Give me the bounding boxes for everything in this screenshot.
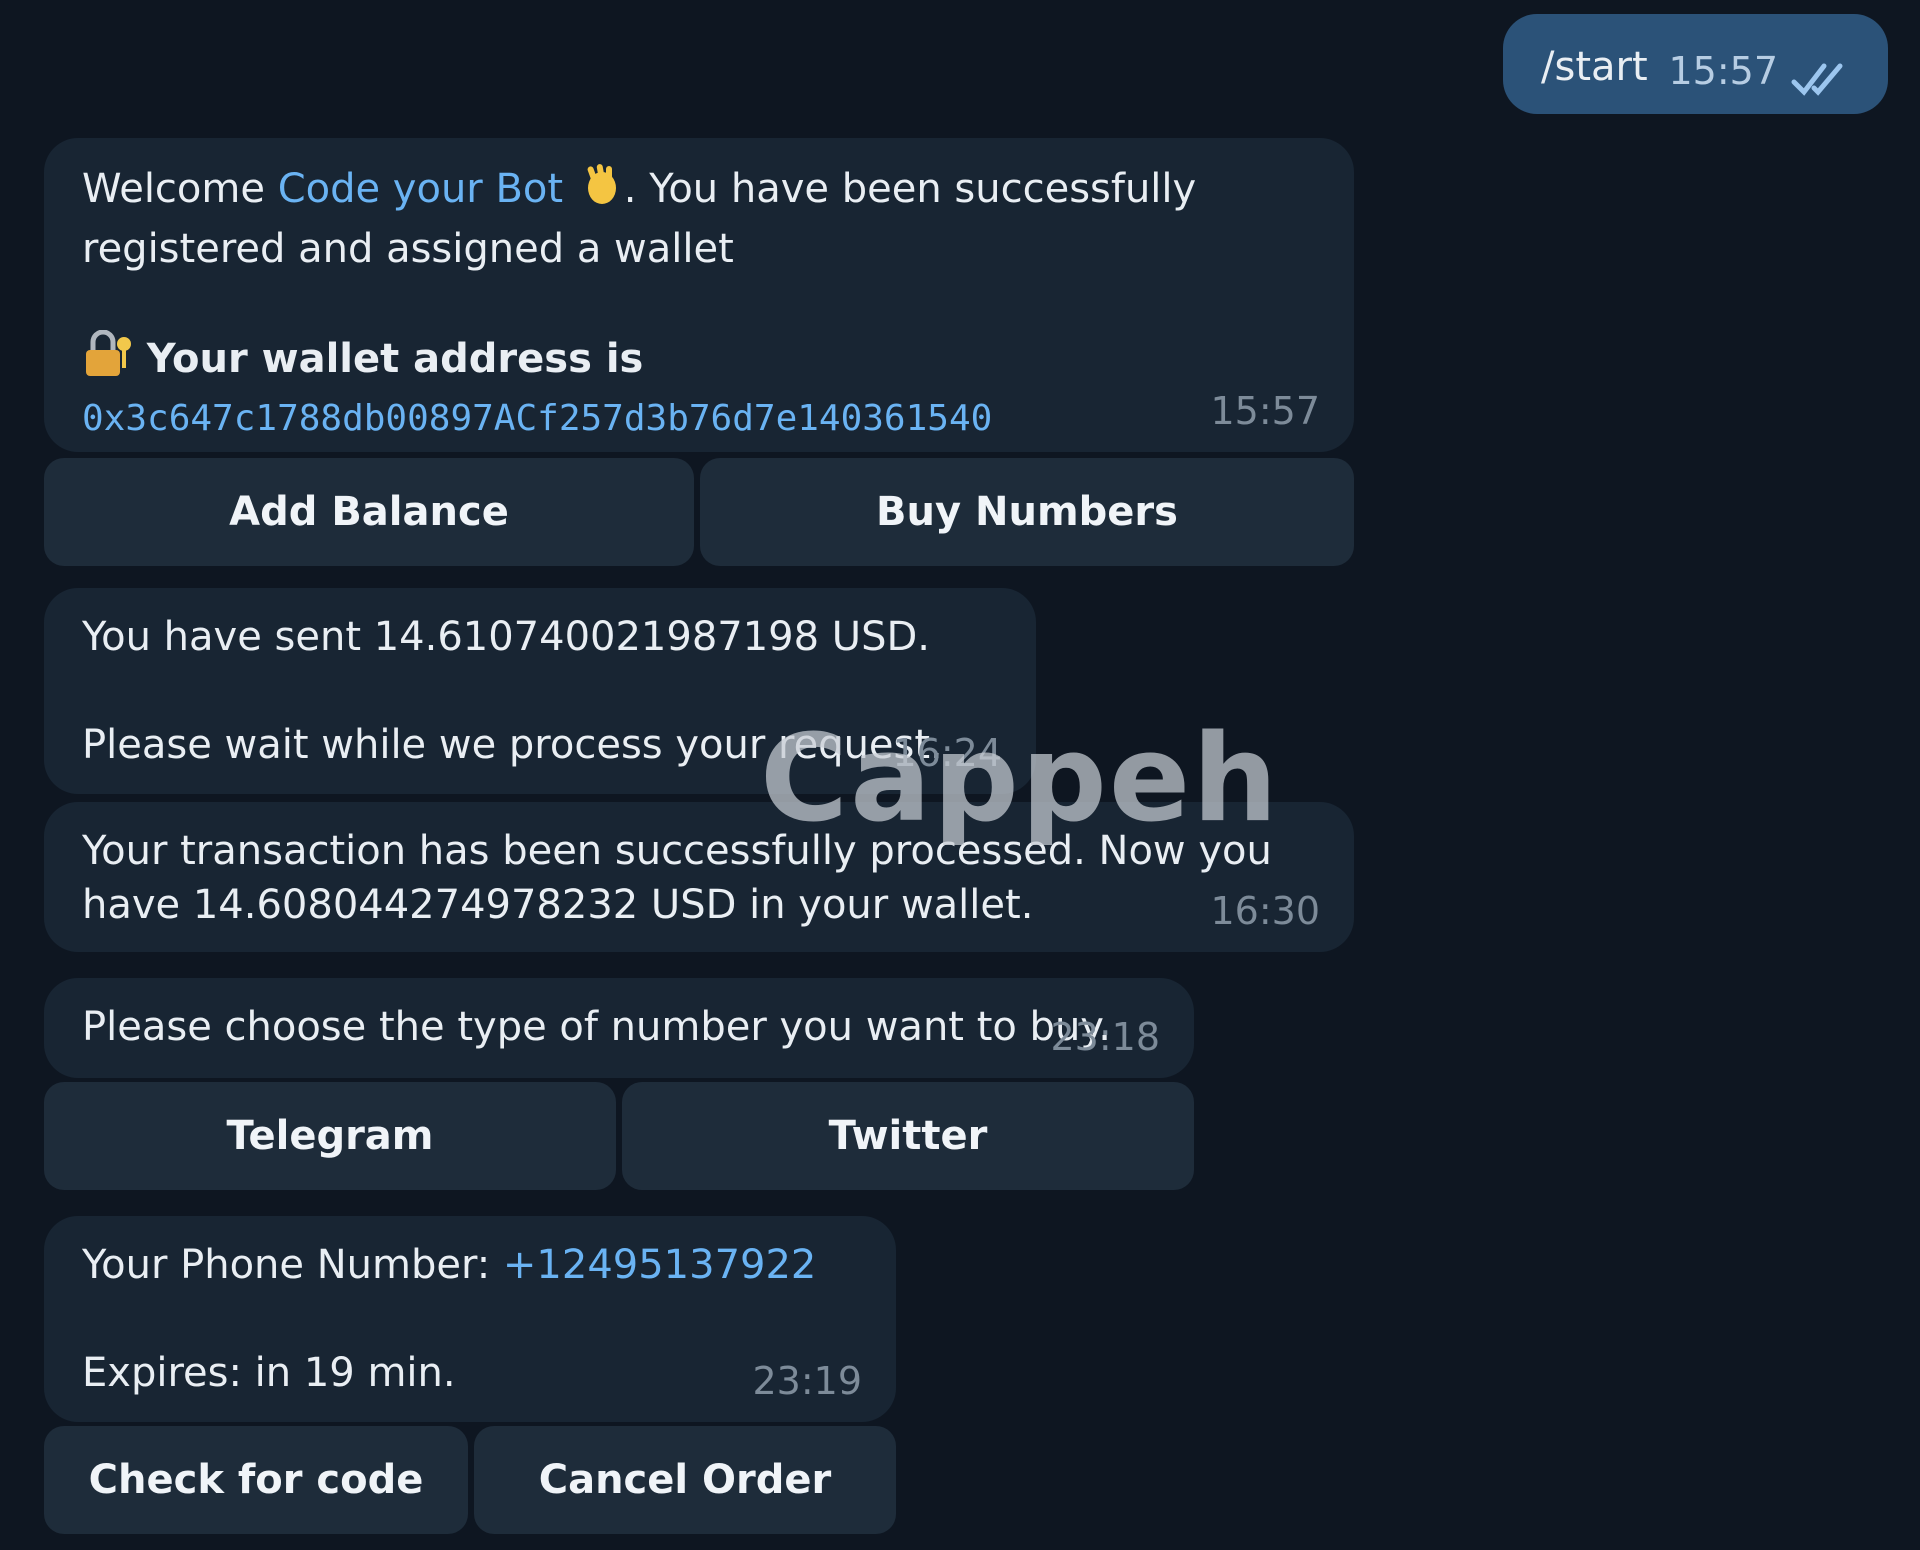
welcome-message-bubble: Welcome Code your Bot . You have been su…: [44, 138, 1354, 452]
phone-number-link[interactable]: +12495137922: [503, 1242, 816, 1288]
phone-message-bubble: Your Phone Number: +12495137922 Expires:…: [44, 1216, 896, 1422]
choose-message-bubble: Please choose the type of number you wan…: [44, 978, 1194, 1078]
add-balance-button[interactable]: Add Balance: [44, 458, 694, 566]
watermark: Cappeh: [760, 710, 1280, 849]
choose-text: Please choose the type of number you wan…: [82, 1004, 1111, 1050]
message-time: 16:30: [1210, 889, 1320, 933]
buy-numbers-button[interactable]: Buy Numbers: [700, 458, 1354, 566]
waving-hand-icon: [576, 160, 624, 222]
phone-line: Your Phone Number: +12495137922: [82, 1238, 858, 1292]
wallet-address[interactable]: 0x3c647c1788db00897ACf257d3b76d7e1403615…: [82, 392, 1316, 446]
phone-label: Your Phone Number:: [82, 1242, 503, 1288]
message-time: 23:18: [1050, 1015, 1160, 1059]
telegram-button[interactable]: Telegram: [44, 1082, 616, 1190]
check-for-code-button[interactable]: Check for code: [44, 1426, 468, 1534]
expires-text: Expires: in 19 min.: [82, 1350, 456, 1396]
outgoing-message-text: /start: [1541, 44, 1648, 90]
locked-with-key-icon: [82, 329, 134, 392]
sent-line-1: You have sent 14.610740021987198 USD.: [82, 614, 930, 660]
twitter-button[interactable]: Twitter: [622, 1082, 1194, 1190]
welcome-text: Welcome Code your Bot . You have been su…: [82, 160, 1316, 276]
message-time: 15:57: [1668, 49, 1778, 93]
double-check-icon: [1791, 63, 1843, 96]
message-time: 23:19: [752, 1359, 862, 1403]
bot-name-link[interactable]: Code your Bot: [278, 166, 563, 212]
cancel-order-button[interactable]: Cancel Order: [474, 1426, 896, 1534]
wallet-label: Your wallet address is: [146, 336, 644, 382]
wallet-label-row: Your wallet address is: [82, 329, 1316, 392]
outgoing-message-bubble: /start 15:57: [1503, 14, 1888, 114]
message-time: 15:57: [1210, 389, 1320, 433]
